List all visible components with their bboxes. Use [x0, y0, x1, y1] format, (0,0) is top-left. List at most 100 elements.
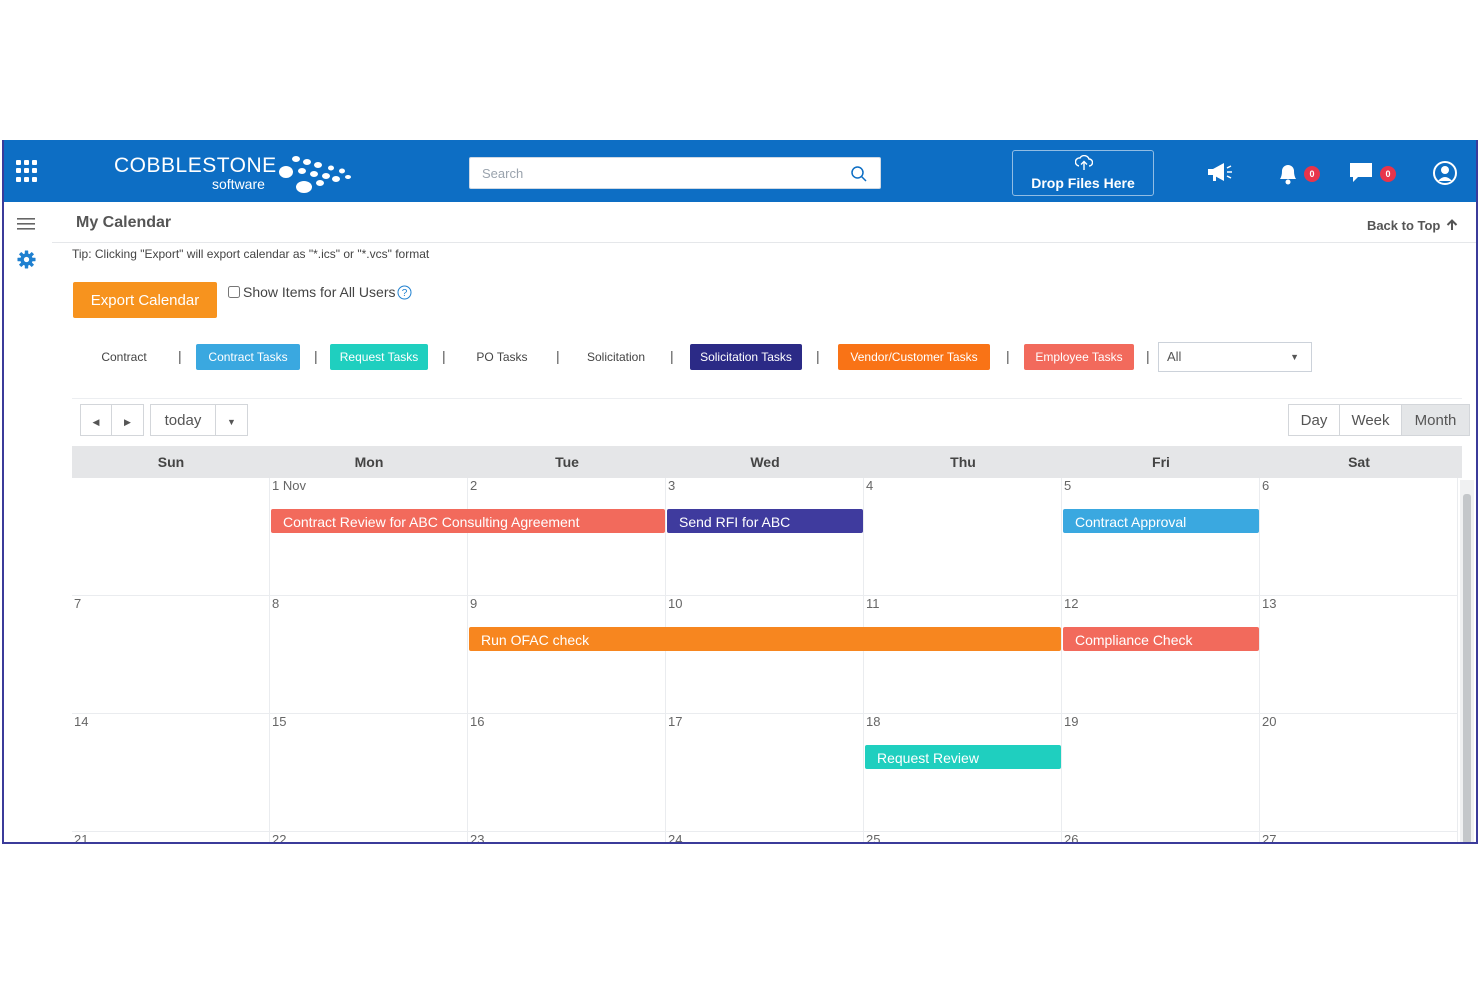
- today-button[interactable]: today: [150, 404, 216, 436]
- calendar-event[interactable]: Request Review: [865, 745, 1061, 769]
- day-cell[interactable]: 10: [666, 596, 864, 714]
- day-cell[interactable]: 2: [468, 478, 666, 596]
- app-launcher-icon[interactable]: [16, 160, 38, 182]
- day-cell[interactable]: 22: [270, 832, 468, 842]
- day-cell[interactable]: 23: [468, 832, 666, 842]
- day-number[interactable]: 22: [272, 832, 286, 842]
- day-view-button[interactable]: Day: [1288, 404, 1340, 436]
- day-cell[interactable]: 26: [1062, 832, 1260, 842]
- calendar-toolbar: ◀ ▶ today ▼ Day Week Month: [72, 402, 1472, 442]
- day-cell[interactable]: 11: [864, 596, 1062, 714]
- day-cell[interactable]: 19: [1062, 714, 1260, 832]
- day-number[interactable]: 1 Nov: [272, 478, 306, 493]
- prev-month-button[interactable]: ◀: [80, 404, 112, 436]
- day-number[interactable]: 9: [470, 596, 477, 611]
- legend-request-tasks[interactable]: Request Tasks: [330, 344, 428, 370]
- day-cell[interactable]: 7: [72, 596, 270, 714]
- day-cell[interactable]: 17: [666, 714, 864, 832]
- day-number[interactable]: 4: [866, 478, 873, 493]
- day-number[interactable]: 21: [74, 832, 88, 842]
- day-number[interactable]: 19: [1064, 714, 1078, 729]
- day-number[interactable]: 7: [74, 596, 81, 611]
- legend-po-tasks[interactable]: PO Tasks: [466, 344, 538, 370]
- cobblestone-logo[interactable]: COBBLESTONE software: [114, 154, 351, 193]
- next-month-button[interactable]: ▶: [112, 404, 144, 436]
- day-cell[interactable]: 8: [270, 596, 468, 714]
- task-type-filter-select[interactable]: All ▼: [1158, 342, 1312, 372]
- day-cell[interactable]: 9: [468, 596, 666, 714]
- day-cell[interactable]: 20: [1260, 714, 1458, 832]
- day-cell[interactable]: 24: [666, 832, 864, 842]
- week-view-button[interactable]: Week: [1340, 404, 1402, 436]
- drop-files-zone[interactable]: Drop Files Here: [1012, 150, 1154, 196]
- show-all-users-checkbox[interactable]: [228, 286, 240, 298]
- day-number[interactable]: 16: [470, 714, 484, 729]
- day-number[interactable]: 15: [272, 714, 286, 729]
- bell-icon[interactable]: [1276, 160, 1300, 186]
- global-search[interactable]: [469, 157, 881, 189]
- day-number[interactable]: 23: [470, 832, 484, 842]
- show-all-users-option[interactable]: Show Items for All Users ?: [228, 284, 412, 300]
- back-to-top-link[interactable]: Back to Top: [1367, 218, 1458, 233]
- day-number[interactable]: 11: [866, 596, 880, 611]
- day-number[interactable]: 17: [668, 714, 682, 729]
- calendar-event[interactable]: Send RFI for ABC: [667, 509, 863, 533]
- day-number[interactable]: 2: [470, 478, 477, 493]
- legend-contract[interactable]: Contract: [92, 344, 156, 370]
- day-number[interactable]: 3: [668, 478, 675, 493]
- calendar-event[interactable]: Contract Approval: [1063, 509, 1259, 533]
- chat-icon[interactable]: [1348, 160, 1374, 184]
- calendar-event[interactable]: Contract Review for ABC Consulting Agree…: [271, 509, 665, 533]
- scrollbar-thumb[interactable]: [1463, 494, 1471, 842]
- day-number[interactable]: 14: [74, 714, 88, 729]
- day-cell[interactable]: 5: [1062, 478, 1260, 596]
- day-number[interactable]: 12: [1064, 596, 1078, 611]
- notifications-badge: 0: [1304, 166, 1320, 182]
- export-calendar-button[interactable]: Export Calendar: [73, 282, 217, 318]
- day-number[interactable]: 8: [272, 596, 279, 611]
- drop-files-label: Drop Files Here: [1031, 175, 1135, 191]
- day-number[interactable]: 24: [668, 832, 682, 842]
- gear-icon[interactable]: [17, 250, 36, 269]
- day-cell[interactable]: 25: [864, 832, 1062, 842]
- legend-solicitation[interactable]: Solicitation: [574, 344, 658, 370]
- day-number[interactable]: 5: [1064, 478, 1071, 493]
- search-input[interactable]: [480, 165, 844, 182]
- day-cell[interactable]: 4: [864, 478, 1062, 596]
- day-number[interactable]: 10: [668, 596, 682, 611]
- user-profile-icon[interactable]: [1432, 160, 1458, 186]
- day-number[interactable]: 18: [866, 714, 880, 729]
- weekday-header: Sun: [157, 454, 185, 470]
- day-number[interactable]: 20: [1262, 714, 1276, 729]
- day-cell[interactable]: 15: [270, 714, 468, 832]
- day-cell[interactable]: 16: [468, 714, 666, 832]
- day-number[interactable]: 13: [1262, 596, 1276, 611]
- legend-solicitation-tasks[interactable]: Solicitation Tasks: [690, 344, 802, 370]
- calendar-scrollbar[interactable]: [1460, 480, 1474, 842]
- day-cell[interactable]: 12: [1062, 596, 1260, 714]
- month-view-button[interactable]: Month: [1402, 404, 1470, 436]
- hamburger-menu-icon[interactable]: [17, 217, 35, 231]
- day-cell[interactable]: 27: [1260, 832, 1458, 842]
- day-cell[interactable]: 18: [864, 714, 1062, 832]
- day-cell[interactable]: [72, 478, 270, 596]
- day-cell[interactable]: 6: [1260, 478, 1458, 596]
- help-icon[interactable]: ?: [397, 285, 412, 300]
- day-cell[interactable]: 13: [1260, 596, 1458, 714]
- calendar-event[interactable]: Run OFAC check: [469, 627, 1061, 651]
- search-icon[interactable]: [850, 165, 868, 183]
- legend-contract-tasks[interactable]: Contract Tasks: [196, 344, 300, 370]
- day-number[interactable]: 25: [866, 832, 880, 842]
- day-number[interactable]: 27: [1262, 832, 1276, 842]
- today-dropdown-button[interactable]: ▼: [216, 404, 248, 436]
- day-cell[interactable]: 21: [72, 832, 270, 842]
- day-number[interactable]: 26: [1064, 832, 1078, 842]
- megaphone-icon[interactable]: [1204, 160, 1234, 184]
- day-cell[interactable]: 3: [666, 478, 864, 596]
- legend-employee-tasks[interactable]: Employee Tasks: [1024, 344, 1134, 370]
- day-number[interactable]: 6: [1262, 478, 1269, 493]
- calendar-event[interactable]: Compliance Check: [1063, 627, 1259, 651]
- day-cell[interactable]: 1 Nov: [270, 478, 468, 596]
- day-cell[interactable]: 14: [72, 714, 270, 832]
- legend-vendor-customer-tasks[interactable]: Vendor/Customer Tasks: [838, 344, 990, 370]
